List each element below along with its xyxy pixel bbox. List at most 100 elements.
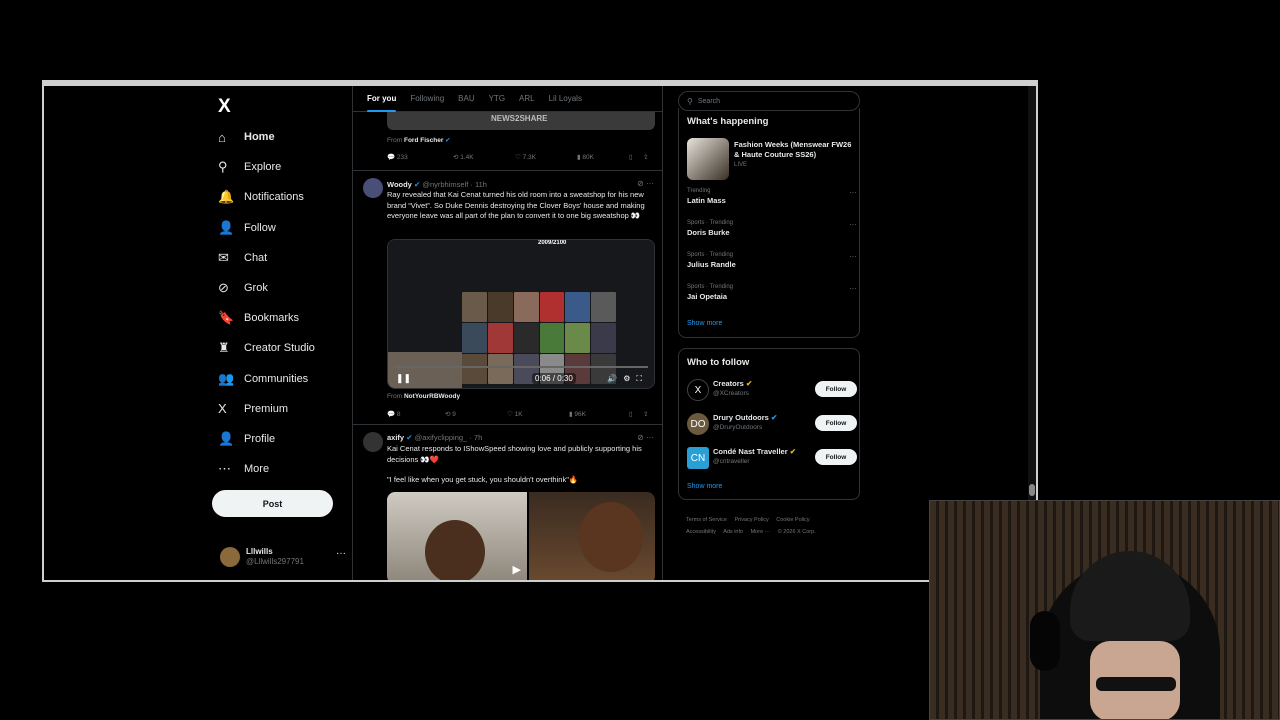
show-more-link[interactable]: Show more <box>687 483 722 490</box>
tweet-media-pair[interactable]: ▶ <box>387 492 655 580</box>
trend-name: Julius Randle <box>687 260 736 269</box>
avatar[interactable] <box>363 178 383 198</box>
author-name[interactable]: Woody <box>387 180 412 189</box>
more-icon: ⋯ <box>218 461 231 477</box>
account-switcher[interactable]: Lllwills @Lllwills297791 ··· <box>220 544 346 570</box>
follow-suggestion[interactable]: X Creators ✔ @XCreators Follow <box>687 377 857 403</box>
bookmark-icon[interactable]: ▯ <box>629 408 643 420</box>
verified-icon: ✔ <box>406 433 413 442</box>
search-placeholder: Search <box>697 97 721 105</box>
author-handle[interactable]: @nyrbhimself · 11h <box>422 180 487 189</box>
x-logo-icon[interactable]: X <box>218 96 231 118</box>
nav-profile[interactable]: 👤 Profile <box>218 424 315 454</box>
views-button[interactable]: ▮ 96K <box>569 408 629 420</box>
nav-premium[interactable]: X Premium <box>218 394 315 424</box>
reply-icon: 💬 <box>387 154 397 161</box>
grok-icon: ⊘ <box>218 280 229 296</box>
nav-follow[interactable]: 👤 Follow <box>218 213 315 243</box>
views-button[interactable]: ▮ 80K <box>577 151 629 163</box>
video-controls[interactable]: 🔊⚙⛶ <box>607 374 648 384</box>
suggestion-name-text: Condé Nast Traveller <box>713 447 788 456</box>
nav-grok[interactable]: ⊘ Grok <box>218 273 315 303</box>
browser-window: X ⌂ Home ⚲ Explore 🔔 Notifications 👤 Follow … <box>42 80 1038 582</box>
more-options-icon[interactable]: ··· <box>849 220 857 229</box>
nav-creator-studio[interactable]: ♜ Creator Studio <box>218 333 315 363</box>
trend-item[interactable]: Sports · Trending Doris Burke ··· <box>687 220 857 237</box>
more-options-icon[interactable]: ··· <box>336 548 346 559</box>
right-sidebar: What's happening Fashion Weeks (Menswear… <box>676 86 862 580</box>
reply-button[interactable]: 💬 8 <box>387 408 445 420</box>
suggestion-name: Drury Outdoors ✔ <box>713 413 777 422</box>
footer-link[interactable]: Ads info <box>723 529 743 535</box>
verified-gold-icon: ✔ <box>789 447 797 456</box>
follow-suggestion[interactable]: DO Drury Outdoors ✔ @DruryOutdoors Follo… <box>687 411 857 437</box>
trend-category: Sports · Trending <box>687 220 734 226</box>
follow-suggestion[interactable]: CN Condé Nast Traveller ✔ @cntraveller F… <box>687 445 857 471</box>
more-options-icon[interactable]: ··· <box>849 252 857 261</box>
reply-button[interactable]: 💬 233 <box>387 151 453 163</box>
video-progress-bar[interactable] <box>394 366 648 368</box>
avatar[interactable] <box>363 432 383 452</box>
footer-link[interactable]: Privacy Policy <box>735 517 769 523</box>
bell-icon: 🔔 <box>218 189 235 205</box>
more-options-icon[interactable]: ⊘ ··· <box>637 433 654 442</box>
follow-button[interactable]: Follow <box>815 449 857 465</box>
tab-ytg[interactable]: YTG <box>489 94 505 103</box>
more-options-icon[interactable]: ⊘ ··· <box>637 179 654 188</box>
video-player[interactable]: 2009/2100 ❚❚ 0:06 / 0:30 🔊⚙⛶ <box>387 239 655 389</box>
nav-label: Follow <box>244 221 276 234</box>
show-more-link[interactable]: Show more <box>687 320 722 327</box>
trend-item[interactable]: Sports · Trending Jai Opetaia ··· <box>687 284 857 301</box>
tab-arl[interactable]: ARL <box>519 94 535 103</box>
nav-label: Chat <box>244 251 268 264</box>
trend-item[interactable]: Sports · Trending Julius Randle ··· <box>687 252 857 269</box>
scrollbar-thumb[interactable] <box>1029 484 1035 496</box>
footer-link[interactable]: Terms of Service <box>686 517 727 523</box>
pause-icon[interactable]: ❚❚ <box>396 373 411 384</box>
divider <box>353 170 662 171</box>
footer-link[interactable]: More ··· <box>751 529 771 535</box>
retweet-button[interactable]: ⟲ 9 <box>445 408 507 420</box>
nav-chat[interactable]: ✉ Chat <box>218 243 315 273</box>
tab-following[interactable]: Following <box>410 94 444 103</box>
tab-lil-loyals[interactable]: Lil Loyals <box>549 94 582 103</box>
media-image-2[interactable] <box>529 492 655 580</box>
post-button[interactable]: Post <box>212 490 333 517</box>
like-button[interactable]: ♡ 1K <box>507 408 569 420</box>
play-icon[interactable]: ▶ <box>513 563 521 576</box>
nav-more[interactable]: ⋯ More <box>218 454 315 484</box>
tab-bau[interactable]: BAU <box>458 94 474 103</box>
search-input[interactable]: ⚲ Search <box>678 91 860 111</box>
trend-item[interactable]: Trending Latin Mass ··· <box>687 188 857 205</box>
footer-link[interactable]: Cookie Policy <box>776 517 809 523</box>
bookmark-icon[interactable]: ▯ <box>629 151 643 163</box>
author-handle[interactable]: @axifyclipping_ · 7h <box>415 433 483 442</box>
nav-home[interactable]: ⌂ Home <box>218 122 315 152</box>
webcam-overlay <box>929 500 1280 720</box>
source-name: Ford Fischer <box>403 137 444 144</box>
share-icon[interactable]: ⇪ <box>643 151 648 163</box>
nav-communities[interactable]: 👥 Communities <box>218 364 315 394</box>
tab-for-you[interactable]: For you <box>367 94 397 112</box>
media-image-1[interactable]: ▶ <box>387 492 527 580</box>
like-button[interactable]: ♡ 7.3K <box>515 151 577 163</box>
trend-thumbnail <box>687 138 729 180</box>
more-options-icon[interactable]: ··· <box>849 188 857 197</box>
follow-button[interactable]: Follow <box>815 381 857 397</box>
tweet-media[interactable]: NEWS2SHARE <box>387 112 655 130</box>
video-source[interactable]: From NotYourRBWoody <box>387 393 460 400</box>
more-options-icon[interactable]: ··· <box>849 284 857 293</box>
author-name[interactable]: axify <box>387 433 404 442</box>
media-watermark: NEWS2SHARE <box>491 114 548 123</box>
nav-bookmarks[interactable]: 🔖 Bookmarks <box>218 303 315 333</box>
share-icon[interactable]: ⇪ <box>643 408 648 420</box>
retweet-icon: ⟲ <box>453 154 461 161</box>
retweet-count: 1.4K <box>460 153 474 161</box>
video-collage <box>462 292 616 384</box>
footer-link[interactable]: Accessibility <box>686 529 716 535</box>
follow-button[interactable]: Follow <box>815 415 857 431</box>
retweet-button[interactable]: ⟲ 1.4K <box>453 151 515 163</box>
video-source[interactable]: From Ford Fischer ✔ <box>387 136 451 144</box>
nav-explore[interactable]: ⚲ Explore <box>218 152 315 182</box>
nav-notifications[interactable]: 🔔 Notifications <box>218 182 315 212</box>
